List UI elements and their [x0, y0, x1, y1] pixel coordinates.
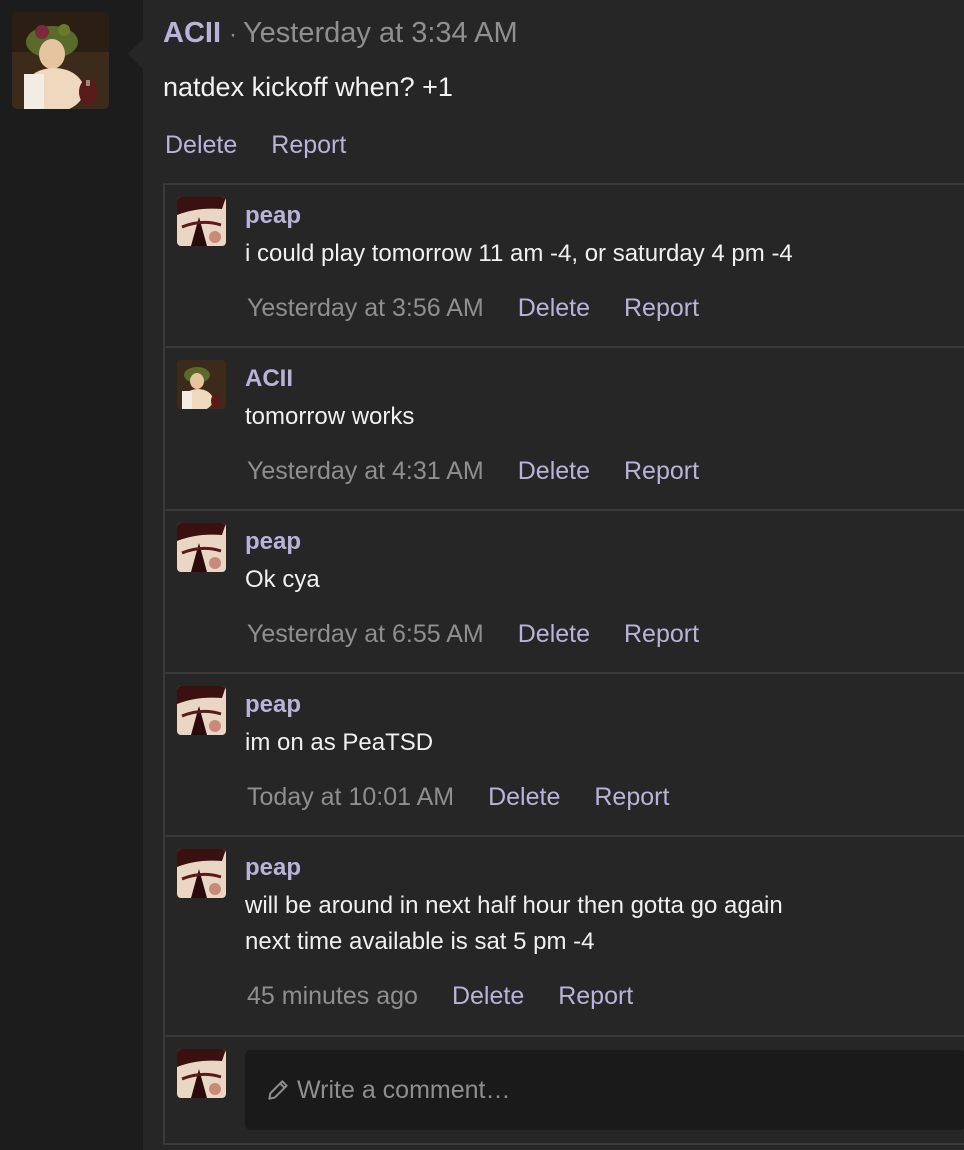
post-pointer — [128, 38, 144, 70]
delete-button[interactable]: Delete — [165, 131, 237, 160]
comment-timestamp[interactable]: 45 minutes ago — [247, 982, 418, 1011]
delete-button[interactable]: Delete — [488, 783, 560, 812]
comment: peap Ok cya Yesterday at 6:55 AM Delete … — [165, 511, 964, 674]
delete-button[interactable]: Delete — [518, 457, 590, 486]
comment-text: will be around in next half hour then go… — [245, 888, 783, 960]
comment: peap i could play tomorrow 11 am -4, or … — [165, 185, 964, 348]
comment-text-line: will be around in next half hour then go… — [245, 892, 783, 919]
comment-timestamp[interactable]: Yesterday at 4:31 AM — [247, 457, 484, 486]
report-button[interactable]: Report — [271, 131, 346, 160]
comment-author[interactable]: peap — [245, 854, 301, 882]
comment-meta: Yesterday at 4:31 AM Delete Report — [247, 457, 699, 486]
comment-composer: Write a comment… — [165, 1037, 964, 1145]
comment-text: im on as PeaTSD — [245, 729, 434, 756]
comment: peap will be around in next half hour th… — [165, 837, 964, 1037]
comment-author[interactable]: peap — [245, 691, 301, 719]
post-panel: ACII · Yesterday at 3:34 AM natdex kicko… — [143, 0, 964, 1150]
comment: peap im on as PeaTSD Today at 10:01 AM D… — [165, 674, 964, 837]
post-text: natdex kickoff when? +1 — [163, 72, 453, 102]
avatar-acii[interactable] — [177, 360, 226, 409]
report-button[interactable]: Report — [624, 457, 699, 486]
report-button[interactable]: Report — [624, 620, 699, 649]
comment-meta: Yesterday at 6:55 AM Delete Report — [247, 620, 699, 649]
comment-placeholder: Write a comment… — [297, 1075, 511, 1104]
delete-button[interactable]: Delete — [518, 294, 590, 323]
report-button[interactable]: Report — [624, 294, 699, 323]
comment-timestamp[interactable]: Yesterday at 3:56 AM — [247, 294, 484, 323]
avatar-peap[interactable] — [177, 686, 226, 735]
separator: · — [229, 21, 237, 48]
post-author[interactable]: ACII — [163, 17, 221, 50]
report-button[interactable]: Report — [594, 783, 669, 812]
comment-text: Ok cya — [245, 566, 320, 593]
left-column — [0, 0, 143, 1150]
post-actions: Delete Report — [165, 131, 346, 160]
avatar-acii[interactable] — [12, 12, 109, 109]
comment-text: i could play tomorrow 11 am -4, or satur… — [245, 240, 793, 267]
pencil-icon — [265, 1077, 291, 1103]
comment: ACII tomorrow works Yesterday at 4:31 AM… — [165, 348, 964, 511]
avatar-peap[interactable] — [177, 197, 226, 246]
avatar-peap[interactable] — [177, 523, 226, 572]
comment-timestamp[interactable]: Today at 10:01 AM — [247, 783, 454, 812]
comment-meta: 45 minutes ago Delete Report — [247, 982, 633, 1011]
report-button[interactable]: Report — [558, 982, 633, 1011]
comment-meta: Yesterday at 3:56 AM Delete Report — [247, 294, 699, 323]
post-timestamp[interactable]: Yesterday at 3:34 AM — [243, 17, 518, 50]
comment-meta: Today at 10:01 AM Delete Report — [247, 783, 669, 812]
avatar-peap — [177, 1049, 226, 1098]
comment-text-line: next time available is sat 5 pm -4 — [245, 928, 595, 955]
comment-timestamp[interactable]: Yesterday at 6:55 AM — [247, 620, 484, 649]
page: ACII · Yesterday at 3:34 AM natdex kicko… — [0, 0, 964, 1150]
comment-author[interactable]: peap — [245, 202, 301, 230]
avatar-peap[interactable] — [177, 849, 226, 898]
comment-input[interactable]: Write a comment… — [245, 1050, 964, 1130]
comment-text: tomorrow works — [245, 403, 415, 430]
post-header: ACII · Yesterday at 3:34 AM — [163, 17, 518, 53]
comment-thread: peap i could play tomorrow 11 am -4, or … — [163, 183, 964, 1145]
delete-button[interactable]: Delete — [518, 620, 590, 649]
delete-button[interactable]: Delete — [452, 982, 524, 1011]
comment-author[interactable]: peap — [245, 528, 301, 556]
comment-author[interactable]: ACII — [245, 365, 293, 393]
